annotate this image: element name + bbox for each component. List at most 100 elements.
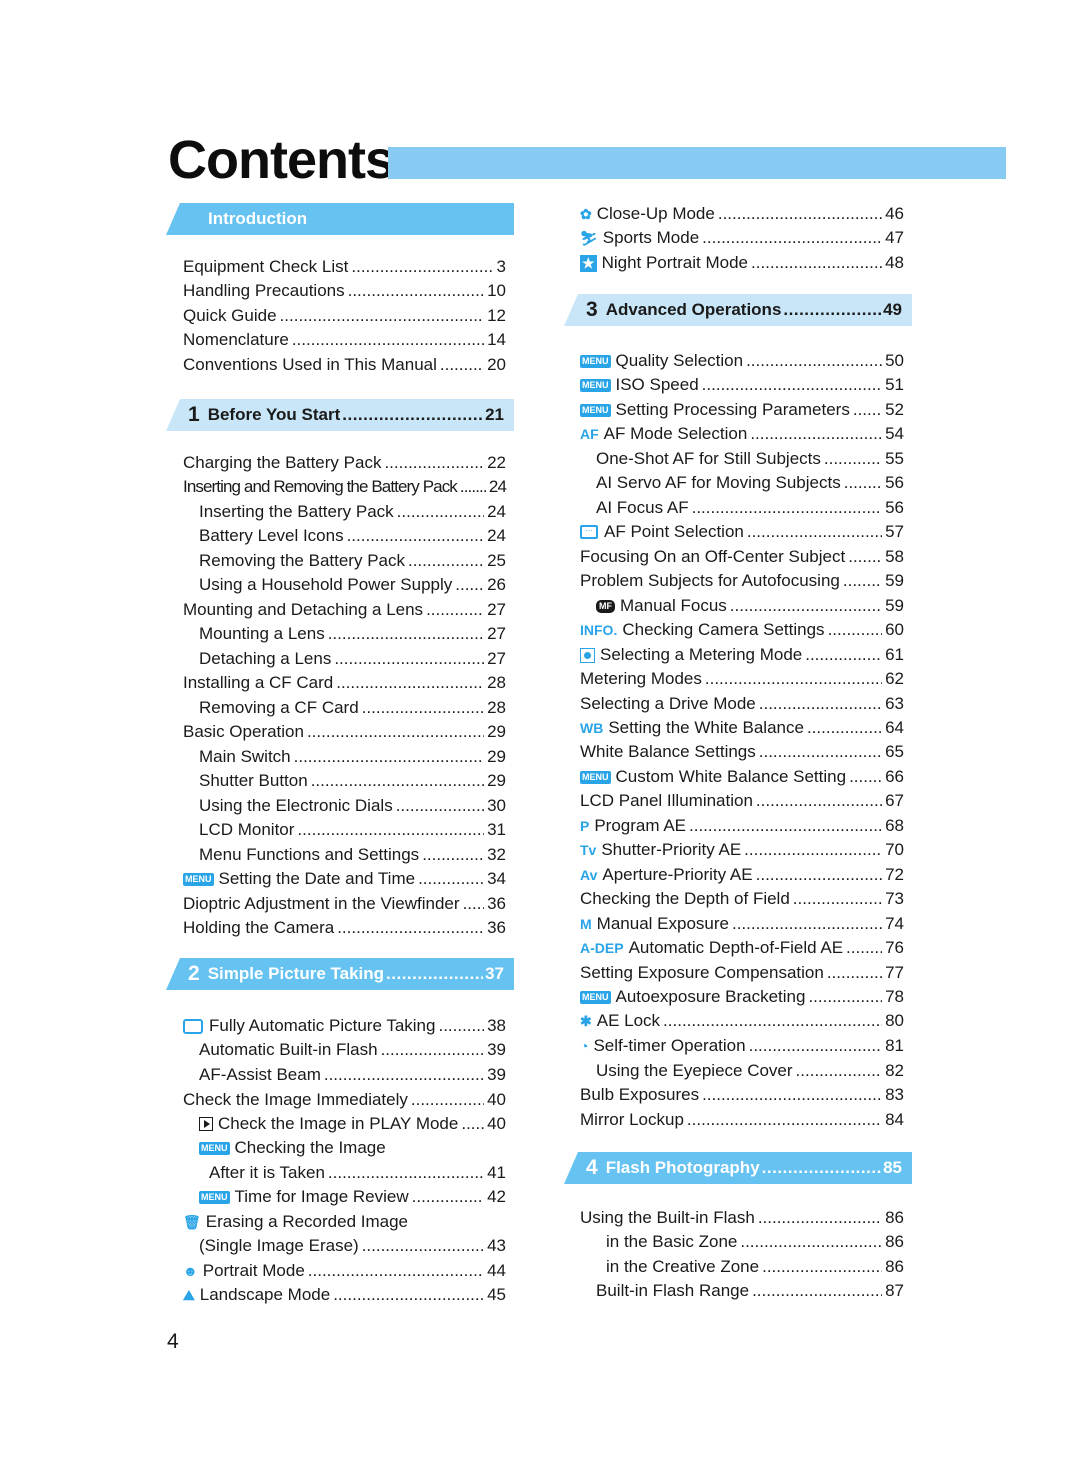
toc-entry[interactable]: ✿Close-Up Mode 46 xyxy=(580,202,904,226)
entry-title: Portrait Mode xyxy=(202,1261,305,1280)
toc-entry[interactable]: Charging the Battery Pack 22 xyxy=(183,451,506,475)
toc-entry[interactable]: LCD Panel Illumination 67 xyxy=(580,789,904,813)
toc-entry[interactable]: MENU Autoexposure Bracketing 78 xyxy=(580,985,904,1009)
toc-entry[interactable]: Problem Subjects for Autofocusing 59 xyxy=(580,569,904,593)
toc-entry[interactable]: AF-Assist Beam 39 xyxy=(199,1063,506,1087)
toc-entry[interactable]: Handling Precautions 10 xyxy=(183,279,506,303)
toc-entry[interactable]: PProgram AE 68 xyxy=(580,814,904,838)
toc-entry[interactable]: ★Night Portrait Mode 48 xyxy=(580,251,904,275)
toc-entry[interactable]: MENU Setting the Date and Time 34 xyxy=(183,867,506,891)
toc-entry[interactable]: Check the Image in PLAY Mode 40 xyxy=(199,1112,506,1136)
toc-entry[interactable]: TvShutter-Priority AE 70 xyxy=(580,838,904,862)
section-flash-photography[interactable]: 4 Flash Photography 85 xyxy=(564,1152,912,1184)
toc-entry[interactable]: Inserting the Battery Pack 24 xyxy=(199,500,506,524)
leader-dots xyxy=(687,1110,882,1130)
leader-dots xyxy=(351,257,493,277)
toc-entry[interactable]: Using a Household Power Supply 26 xyxy=(199,573,506,597)
toc-entry[interactable]: White Balance Settings 65 xyxy=(580,740,904,764)
toc-entry[interactable]: 🗑 Erasing a Recorded Image xyxy=(183,1210,506,1234)
toc-entry[interactable]: Conventions Used in This Manual 20 xyxy=(183,353,506,377)
toc-entry[interactable]: After it is Taken 41 xyxy=(209,1161,506,1185)
toc-entry[interactable]: Using the Built-in Flash 86 xyxy=(580,1206,904,1230)
toc-entry[interactable]: Dioptric Adjustment in the Viewfinder 36 xyxy=(183,892,506,916)
section-before-you-start[interactable]: 1 Before You Start 21 xyxy=(166,399,514,431)
toc-entry[interactable]: Setting Exposure Compensation 77 xyxy=(580,961,904,985)
toc-entry[interactable]: Selecting a Drive Mode 63 xyxy=(580,692,904,716)
toc-entry[interactable]: Mirror Lockup 84 xyxy=(580,1108,904,1132)
toc-entry[interactable]: ✱AE Lock 80 xyxy=(580,1009,904,1033)
toc-entry[interactable]: ··· AF Point Selection 57 xyxy=(580,520,904,544)
leader-dots xyxy=(384,453,484,473)
section-advanced-operations[interactable]: 3 Advanced Operations 49 xyxy=(564,294,912,326)
toc-entry[interactable]: INFO.Checking Camera Settings 60 xyxy=(580,618,904,642)
toc-entry[interactable]: A-DEPAutomatic Depth-of-Field AE 76 xyxy=(580,936,904,960)
toc-entry[interactable]: Quick Guide 12 xyxy=(183,304,506,328)
toc-entry[interactable]: Menu Functions and Settings 32 xyxy=(199,843,506,867)
toc-entry[interactable]: Mounting and Detaching a Lens 27 xyxy=(183,598,506,622)
toc-entry[interactable]: Basic Operation 29 xyxy=(183,720,506,744)
leader-dots xyxy=(762,1257,882,1277)
toc-entry[interactable]: ◔Self-timer Operation 81 xyxy=(580,1034,904,1058)
toc-entry[interactable]: ⛰Landscape Mode 45 xyxy=(183,1283,506,1307)
section-page: 49 xyxy=(883,300,902,319)
entry-title: Problem Subjects for Autofocusing xyxy=(580,571,840,590)
entry-page: 68 xyxy=(885,816,904,835)
toc-entry[interactable]: MENU Setting Processing Parameters 52 xyxy=(580,398,904,422)
toc-entry[interactable]: AvAperture-Priority AE 72 xyxy=(580,863,904,887)
toc-entry[interactable]: MENU Checking the Image xyxy=(199,1136,506,1160)
toc-entry[interactable]: Metering Modes 62 xyxy=(580,667,904,691)
toc-entry[interactable]: Shutter Button 29 xyxy=(199,769,506,793)
entry-title: Automatic Depth-of-Field AE xyxy=(628,938,844,957)
toc-entry[interactable]: in the Basic Zone 86 xyxy=(606,1230,904,1254)
toc-entry[interactable]: Detaching a Lens 27 xyxy=(199,647,506,671)
toc-entry[interactable]: Installing a CF Card 28 xyxy=(183,671,506,695)
toc-entry[interactable]: Check the Image Immediately 40 xyxy=(183,1088,506,1112)
toc-entry[interactable]: Focusing On an Off-Center Subject 58 xyxy=(580,545,904,569)
entry-title: AF Point Selection xyxy=(604,522,744,541)
entry-title: AI Servo AF for Moving Subjects xyxy=(596,473,841,492)
toc-entry[interactable]: MENU Quality Selection 50 xyxy=(580,349,904,373)
toc-entry[interactable]: Inserting and Removing the Battery Pack 2… xyxy=(183,475,507,499)
toc-entry[interactable]: MENU ISO Speed 51 xyxy=(580,373,904,397)
toc-entry[interactable]: MManual Exposure 74 xyxy=(580,912,904,936)
toc-entry[interactable]: Holding the Camera 36 xyxy=(183,916,506,940)
leader-dots xyxy=(438,1016,484,1036)
toc-entry[interactable]: Bulb Exposures 83 xyxy=(580,1083,904,1107)
toc-entry[interactable]: ⛷Sports Mode 47 xyxy=(580,226,904,250)
entry-title: Autoexposure Bracketing xyxy=(615,987,806,1006)
toc-entry[interactable]: Equipment Check List 3 xyxy=(183,255,506,279)
section-introduction[interactable]: Introduction xyxy=(166,203,514,235)
toc-entry[interactable]: MENU Custom White Balance Setting 66 xyxy=(580,765,904,789)
entry-title: Inserting the Battery Pack xyxy=(199,502,394,521)
toc-entry[interactable]: Built-in Flash Range 87 xyxy=(596,1279,904,1303)
toc-entry[interactable]: AI Servo AF for Moving Subjects 56 xyxy=(596,471,904,495)
toc-entry[interactable]: Mounting a Lens 27 xyxy=(199,622,506,646)
toc-entry[interactable]: ☻Portrait Mode 44 xyxy=(183,1259,506,1283)
toc-entry[interactable]: Selecting a Metering Mode 61 xyxy=(580,643,904,667)
toc-entry[interactable]: Removing a CF Card 28 xyxy=(199,696,506,720)
toc-entry[interactable]: Automatic Built-in Flash 39 xyxy=(199,1038,506,1062)
toc-entry[interactable]: Battery Level Icons 24 xyxy=(199,524,506,548)
entry-page: 62 xyxy=(885,669,904,688)
toc-entry[interactable]: Using the Eyepiece Cover 82 xyxy=(596,1059,904,1083)
entry-title: Nomenclature xyxy=(183,330,289,349)
section-label: Simple Picture Taking xyxy=(207,964,385,983)
toc-entry[interactable]: Main Switch 29 xyxy=(199,745,506,769)
toc-entry[interactable]: Fully Automatic Picture Taking 38 xyxy=(183,1014,506,1038)
toc-entry[interactable]: AFAF Mode Selection 54 xyxy=(580,422,904,446)
toc-entry[interactable]: MF Manual Focus 59 xyxy=(596,594,904,618)
section-simple-picture-taking[interactable]: 2 Simple Picture Taking 37 xyxy=(166,958,514,990)
toc-entry[interactable]: MENU Time for Image Review 42 xyxy=(199,1185,506,1209)
toc-entry[interactable]: AI Focus AF 56 xyxy=(596,496,904,520)
toc-entry[interactable]: WBSetting the White Balance 64 xyxy=(580,716,904,740)
toc-entry[interactable]: Checking the Depth of Field 73 xyxy=(580,887,904,911)
toc-entry[interactable]: (Single Image Erase) 43 xyxy=(199,1234,506,1258)
toc-entry[interactable]: in the Creative Zone 86 xyxy=(606,1255,904,1279)
toc-entry[interactable]: One-Shot AF for Still Subjects 55 xyxy=(596,447,904,471)
toc-entry[interactable]: Removing the Battery Pack 25 xyxy=(199,549,506,573)
toc-entry[interactable]: Using the Electronic Dials 30 xyxy=(199,794,506,818)
entry-page: 46 xyxy=(885,204,904,223)
toc-entry[interactable]: LCD Monitor 31 xyxy=(199,818,506,842)
leader-dots xyxy=(750,424,882,444)
toc-entry[interactable]: Nomenclature 14 xyxy=(183,328,506,352)
